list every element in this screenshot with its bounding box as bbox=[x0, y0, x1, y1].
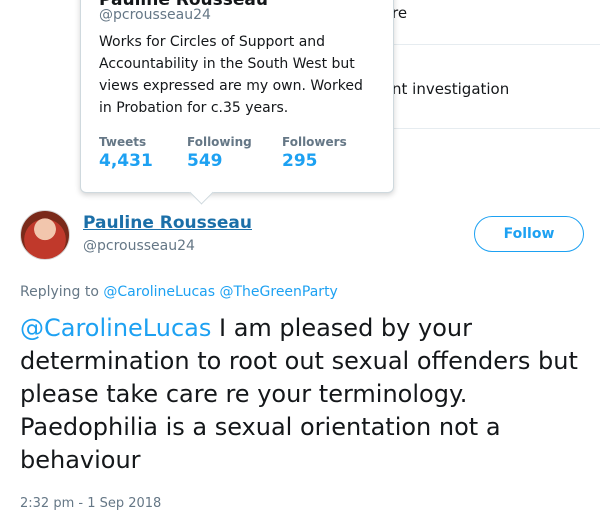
hovercard-bio: Works for Circles of Support and Account… bbox=[99, 34, 363, 116]
background-text-fragment: nt investigation bbox=[392, 80, 510, 98]
stat-followers[interactable]: Followers 295 bbox=[282, 135, 370, 171]
author-handle: @pcrousseau24 bbox=[83, 238, 195, 254]
stat-label: Tweets bbox=[99, 135, 147, 149]
timestamp[interactable]: 2:32 pm - 1 Sep 2018 bbox=[20, 496, 161, 511]
stat-value: 4,431 bbox=[99, 151, 153, 171]
stat-following[interactable]: Following 549 bbox=[187, 135, 282, 171]
background-text-fragment: re bbox=[392, 4, 408, 22]
follow-button[interactable]: Follow bbox=[474, 216, 584, 252]
author-name[interactable]: Pauline Rousseau bbox=[83, 213, 252, 233]
profile-hovercard: Pauline Rousseau @pcrousseau24 Works for… bbox=[80, 0, 394, 205]
stat-label: Following bbox=[187, 135, 252, 149]
tweet-text: @CarolineLucas I am pleased by your dete… bbox=[20, 312, 590, 477]
hovercard-handle: @pcrousseau24 bbox=[99, 7, 211, 23]
stat-value: 295 bbox=[282, 151, 318, 171]
divider bbox=[392, 44, 600, 45]
mention-link[interactable]: @TheGreenParty bbox=[219, 284, 337, 300]
hovercard-stats: Tweets 4,431 Following 549 Followers 295 bbox=[99, 135, 370, 171]
stat-tweets[interactable]: Tweets 4,431 bbox=[99, 135, 187, 171]
hovercard-caret bbox=[189, 180, 214, 205]
mention-link[interactable]: @CarolineLucas bbox=[103, 284, 215, 300]
stat-value: 549 bbox=[187, 151, 223, 171]
mention-link[interactable]: @CarolineLucas bbox=[20, 314, 211, 342]
divider bbox=[392, 128, 600, 129]
avatar[interactable] bbox=[20, 210, 70, 260]
replying-prefix: Replying to bbox=[20, 284, 99, 300]
stat-label: Followers bbox=[282, 135, 347, 149]
replying-to: Replying to @CarolineLucas @TheGreenPart… bbox=[20, 284, 338, 300]
